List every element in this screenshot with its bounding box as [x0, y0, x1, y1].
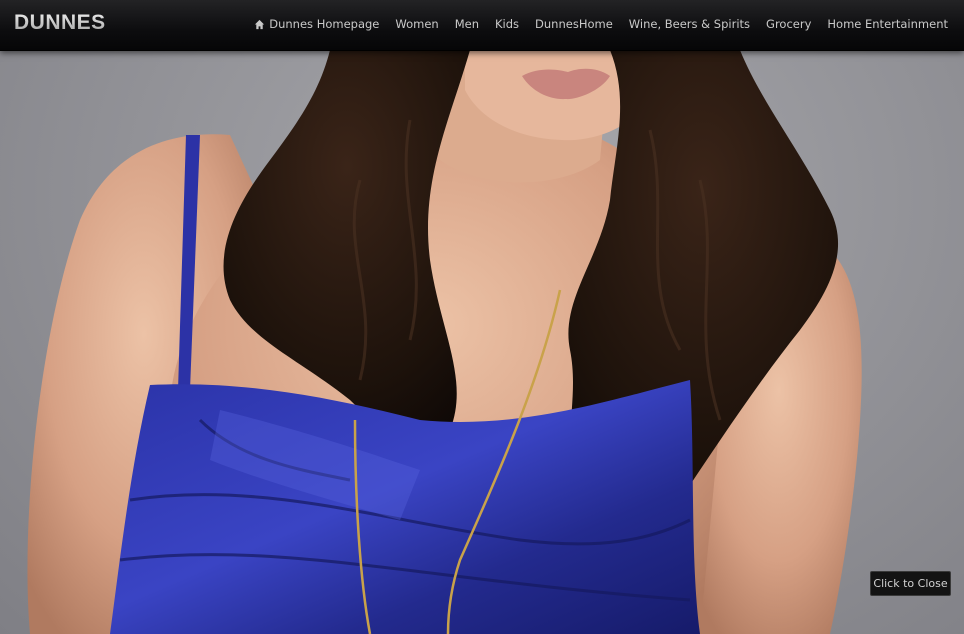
nav-item-home-entertainment[interactable]: Home Entertainment [827, 17, 948, 31]
nav-item-kids[interactable]: Kids [495, 17, 519, 31]
nav-item-dunnes-homepage[interactable]: Dunnes Homepage [254, 17, 379, 31]
dunnes-logo[interactable]: DUNNES [14, 11, 106, 35]
click-to-close-button[interactable]: Click to Close [870, 571, 951, 596]
model-photo-illustration [27, 50, 862, 634]
nav-item-grocery[interactable]: Grocery [766, 17, 811, 31]
nav-item-wine-beers-spirits[interactable]: Wine, Beers & Spirits [629, 17, 750, 31]
top-navigation-bar: DUNNES Dunnes Homepage Women Men Kids Du… [0, 0, 964, 51]
nav-item-men[interactable]: Men [455, 17, 479, 31]
home-icon [255, 19, 265, 29]
nav-item-women[interactable]: Women [395, 17, 438, 31]
nav-item-label: Dunnes Homepage [269, 17, 380, 31]
lightbox-photo [0, 50, 964, 634]
main-nav: Dunnes Homepage Women Men Kids DunnesHom… [254, 17, 948, 31]
nav-item-dunneshome[interactable]: DunnesHome [535, 17, 613, 31]
